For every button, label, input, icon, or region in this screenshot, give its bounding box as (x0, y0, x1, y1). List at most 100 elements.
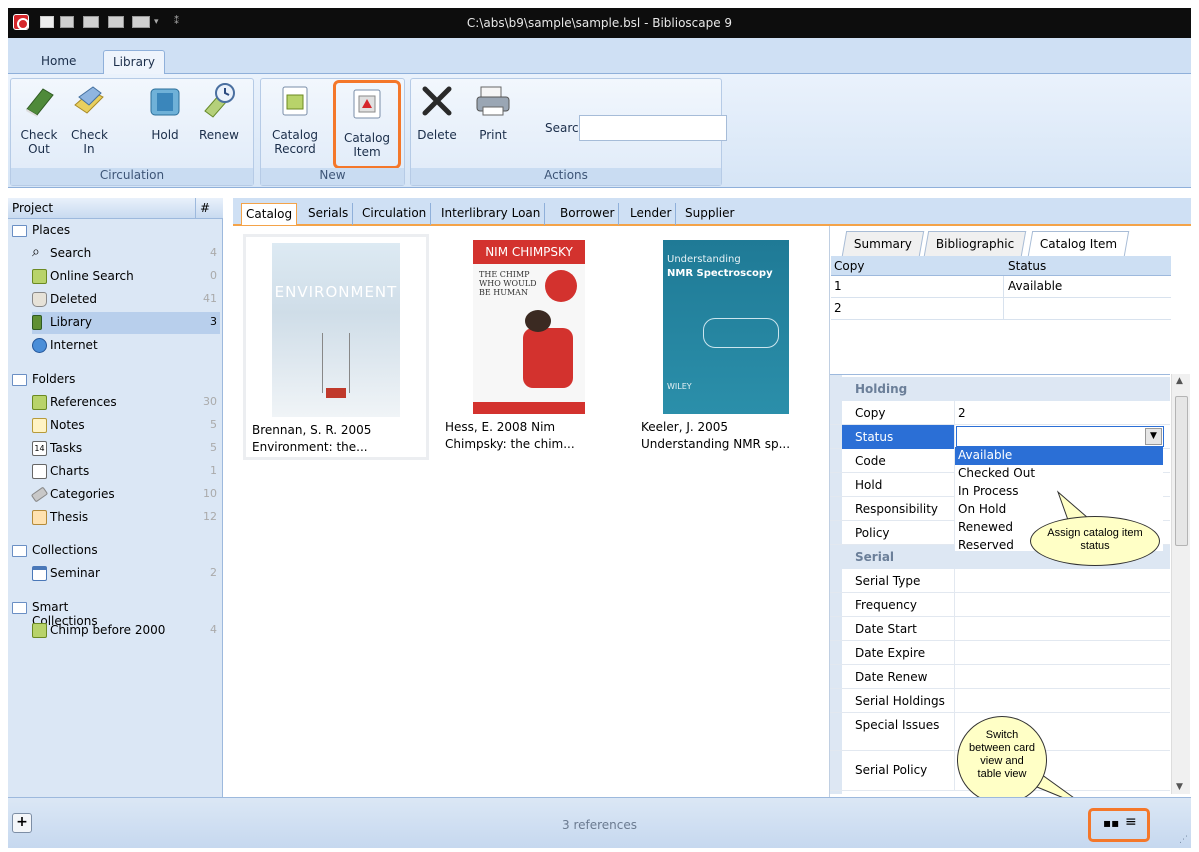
book-cover-image: ENVIRONMENT (272, 243, 400, 417)
hold-icon (150, 88, 180, 116)
folder-icon (12, 602, 27, 614)
smart-collection-icon (32, 623, 47, 638)
table-row[interactable]: 1 Available (831, 276, 1171, 298)
view-callout: Switch between card view and table view (957, 716, 1047, 804)
tab-library[interactable]: Library (103, 50, 165, 75)
book-icon (26, 88, 54, 117)
renew-button[interactable]: Renew (197, 83, 241, 142)
tab-interlibrary-loan[interactable]: Interlibrary Loan (437, 203, 546, 225)
status-dropdown[interactable]: ▼ (956, 426, 1164, 447)
prop-date-expire[interactable]: Date Expire (830, 641, 1170, 665)
prop-date-start[interactable]: Date Start (830, 617, 1170, 641)
prop-copy[interactable]: Copy 2 (830, 401, 1170, 425)
online-search-icon (32, 269, 47, 284)
book-in-icon (74, 86, 104, 114)
tab-circulation[interactable]: Circulation (358, 203, 432, 225)
project-panel: Project # Places ⌕ Search 4 Online Searc… (8, 198, 223, 797)
content-tab-bar: Catalog Serials Circulation Interlibrary… (233, 198, 1191, 226)
book-cover-image: Understanding NMR Spectroscopy WILEY (663, 240, 789, 414)
reference-count: 3 references (562, 818, 637, 832)
nav-item-thesis[interactable]: Thesis 12 (32, 507, 220, 529)
catalog-record-button[interactable]: Catalog Record (269, 83, 321, 156)
copies-table-header: Copy Status (831, 256, 1171, 276)
view-switch: ▪▪ ≡ (1088, 808, 1150, 842)
search-icon: ⌕ (32, 244, 40, 260)
delete-button[interactable]: Delete (417, 83, 457, 142)
project-panel-header: Project # (8, 198, 223, 219)
reference-card[interactable]: NIM CHIMPSKY THE CHIMP WHO WOULD BE HUMA… (439, 234, 625, 460)
tab-supplier[interactable]: Supplier (681, 203, 738, 225)
notes-icon (32, 418, 47, 433)
table-view-icon[interactable]: ≡ (1125, 814, 1137, 830)
scroll-down-icon[interactable]: ▼ (1176, 782, 1183, 792)
nav-item-deleted[interactable]: Deleted 41 (32, 289, 220, 311)
reference-card[interactable]: ENVIRONMENT Brennan, S. R. 2005 Environm… (243, 234, 429, 460)
title-bar: ▾ ⁑ C:\abs\b9\sample\sample.bsl - Biblio… (8, 8, 1191, 38)
search-input[interactable] (579, 115, 727, 141)
tab-borrower[interactable]: Borrower (556, 203, 620, 225)
catalog-record-icon (282, 86, 308, 116)
printer-icon (476, 86, 510, 116)
table-row[interactable]: 2 (831, 298, 1171, 320)
card-caption: Brennan, S. R. 2005 Environment: the... (252, 423, 372, 454)
card-view-icon[interactable]: ▪▪ (1103, 816, 1119, 830)
nav-item-internet[interactable]: Internet (32, 335, 220, 357)
nav-item-references[interactable]: References 30 (32, 392, 220, 414)
tab-home[interactable]: Home (32, 50, 85, 74)
tab-bibliographic[interactable]: Bibliographic (923, 231, 1027, 256)
holding-category[interactable]: Holding (830, 377, 1170, 401)
status-option-available[interactable]: Available (955, 447, 1163, 465)
scroll-up-icon[interactable]: ▲ (1176, 376, 1183, 386)
prop-status[interactable]: Status ▼ (830, 425, 1170, 449)
nav-item-online-search[interactable]: Online Search 0 (32, 266, 220, 288)
card-view: ENVIRONMENT Brennan, S. R. 2005 Environm… (233, 226, 829, 797)
actions-group: Delete Print Search Actions (410, 78, 727, 186)
tag-icon (30, 486, 49, 503)
tab-catalog-item[interactable]: Catalog Item (1027, 231, 1130, 256)
cover-art (322, 333, 350, 393)
catalog-item-button[interactable]: Catalog Item (333, 80, 401, 169)
card-caption: Hess, E. 2008 Nim Chimpsky: the chim... (445, 420, 575, 451)
nav-item-charts[interactable]: Charts 1 (32, 461, 220, 483)
nav-item-notes[interactable]: Notes 5 (32, 415, 220, 437)
check-in-button[interactable]: Check In (69, 83, 109, 156)
calendar-icon: 14 (32, 441, 47, 456)
status-callout: Assign catalog item status (1030, 516, 1160, 566)
nav-item-chimp-before-2000[interactable]: Chimp before 2000 4 (32, 620, 220, 642)
prop-frequency[interactable]: Frequency (830, 593, 1170, 617)
tab-summary[interactable]: Summary (841, 231, 925, 256)
nav-item-tasks[interactable]: 14 Tasks 5 (32, 438, 220, 460)
nav-item-library[interactable]: Library 3 (32, 312, 220, 334)
property-grid-scrollbar[interactable]: ▲ ▼ (1171, 374, 1190, 794)
folder-icon (12, 545, 27, 557)
count-header-label: # (200, 201, 211, 215)
window-title: C:\abs\b9\sample\sample.bsl - Biblioscap… (466, 16, 733, 30)
prop-date-renew[interactable]: Date Renew (830, 665, 1170, 689)
header-divider (195, 198, 196, 219)
tab-catalog[interactable]: Catalog (241, 203, 298, 225)
new-group-label: New (261, 168, 404, 185)
resize-grip-icon[interactable]: ⋰ (1179, 835, 1188, 845)
nav-item-categories[interactable]: Categories 10 (30, 484, 220, 506)
ribbon-tab-bar: Home Library (8, 38, 1191, 75)
tab-lender[interactable]: Lender (626, 203, 677, 225)
hold-button[interactable]: Hold (147, 83, 183, 142)
references-icon (32, 395, 47, 410)
delete-icon (422, 86, 452, 116)
collection-icon (32, 566, 47, 581)
new-group: Catalog Record Catalog Item New (260, 78, 405, 186)
print-button[interactable]: Print (473, 83, 513, 142)
catalog-item-icon (353, 89, 381, 119)
reference-card[interactable]: Understanding NMR Spectroscopy WILEY Kee… (635, 234, 821, 460)
nav-item-search[interactable]: ⌕ Search 4 (32, 243, 220, 265)
nav-item-seminar[interactable]: Seminar 2 (32, 563, 220, 585)
check-out-button[interactable]: Check Out (17, 83, 61, 156)
globe-icon (32, 338, 47, 353)
status-bar: + 3 references ▪▪ ≡ ⋰ (8, 797, 1191, 848)
library-icon (32, 315, 42, 330)
actions-group-label: Actions (411, 168, 721, 185)
chevron-down-icon[interactable]: ▼ (1145, 428, 1162, 445)
circulation-group-label: Circulation (11, 168, 253, 185)
tab-serials[interactable]: Serials (304, 203, 354, 225)
thesis-icon (32, 510, 47, 525)
